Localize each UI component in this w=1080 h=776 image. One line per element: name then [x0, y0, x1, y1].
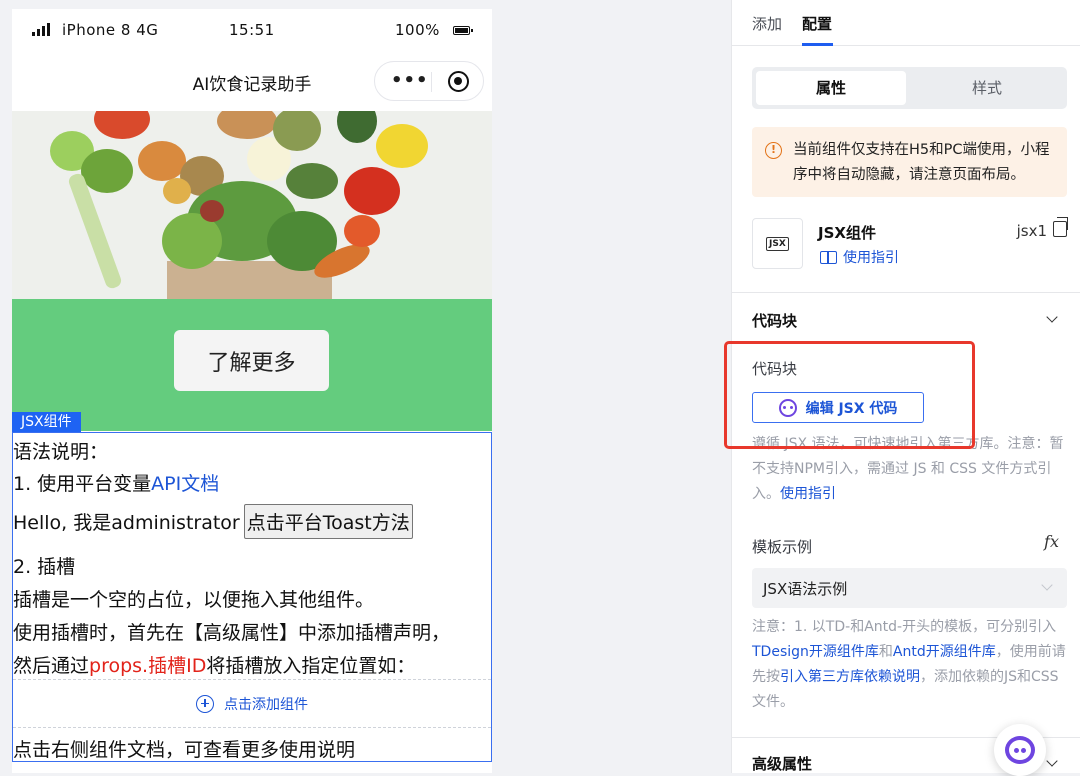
syntax-heading: 语法说明：: [13, 441, 109, 463]
add-component-label: 点击添加组件: [224, 696, 308, 713]
mini-program-navbar: AI饮食记录助手 •••: [12, 53, 492, 111]
battery-icon: [453, 26, 473, 35]
slot-then: 然后通过props.插槽ID将插槽放入指定位置如：: [13, 651, 415, 678]
code-block-description: 遵循 JSX 语法，可快速地引入第三方库。注意：暂不支持NPM引入，需通过 JS…: [752, 432, 1070, 507]
warning-text: 当前组件仅支持在H5和PC端使用，小程序中将自动隐藏，请注意页面布局。: [793, 142, 1050, 183]
usage-guide-label: 使用指引: [843, 250, 899, 266]
cta-section: 了解更多: [12, 299, 492, 431]
slot-code: props.插槽ID: [89, 655, 207, 677]
item-1-text: 1. 使用平台变量: [13, 473, 152, 495]
slot-then-suffix: 将插槽放入指定位置如：: [206, 655, 416, 677]
item-1: 1. 使用平台变量API文档: [13, 469, 219, 496]
antd-link[interactable]: Antd开源组件库: [893, 644, 996, 660]
book-icon: [820, 250, 837, 264]
signal-icon: [32, 23, 50, 36]
hello-text: Hello, 我是administrator: [13, 512, 240, 534]
toast-button[interactable]: 点击平台Toast方法: [243, 504, 413, 539]
capsule-menu[interactable]: •••: [374, 61, 484, 101]
segment-styles[interactable]: 样式: [912, 71, 1062, 105]
section-divider: [732, 292, 1080, 293]
config-panel: 添加 配置 属性 样式 ! 当前组件仅支持在H5和PC端使用，小程序中将自动隐藏…: [731, 0, 1080, 773]
component-name: JSX组件: [818, 224, 876, 242]
jsx-component-icon: JSX: [752, 218, 803, 269]
panel-tabs: 添加 配置: [732, 0, 1080, 46]
chevron-down-icon[interactable]: [1046, 755, 1058, 767]
code-block-label: 代码块: [752, 360, 798, 378]
status-bar: iPhone 8 4G 15:51 100%: [12, 9, 492, 53]
vegetables-illustration: [12, 111, 492, 299]
item-2: 2. 插槽: [13, 556, 76, 578]
more-icon[interactable]: •••: [391, 70, 429, 91]
editor-canvas: iPhone 8 4G 15:51 100% AI饮食记录助手 ••• 了解更多…: [0, 0, 725, 773]
add-component-slot[interactable]: 点击添加组件: [13, 679, 491, 728]
learn-more-button[interactable]: 了解更多: [174, 330, 329, 391]
ai-robot-icon: [778, 398, 797, 417]
copy-icon[interactable]: [1053, 217, 1068, 237]
template-selected-value: JSX语法示例: [763, 580, 848, 598]
template-select[interactable]: JSX语法示例: [752, 568, 1067, 608]
third-party-guide-link[interactable]: 引入第三方库依赖说明: [780, 669, 920, 685]
property-style-switch: 属性 样式: [752, 67, 1067, 109]
component-info: JSX JSX组件 使用指引 jsx1: [752, 217, 1068, 270]
slot-then-prefix: 然后通过: [13, 655, 90, 677]
template-note: 注意：1. 以TD-和Antd-开头的模板，可分别引入 TDesign开源组件库和…: [752, 615, 1070, 715]
jsx-component-tag: JSX组件: [12, 412, 81, 432]
slot-description: 插槽是一个空的占位，以便拖入其他组件。: [13, 589, 375, 611]
code-guide-link[interactable]: 使用指引: [780, 486, 836, 502]
tab-add[interactable]: 添加: [752, 13, 782, 34]
edit-jsx-code-button[interactable]: 编辑 JSX 代码: [752, 392, 924, 423]
platform-warning: ! 当前组件仅支持在H5和PC端使用，小程序中将自动隐藏，请注意页面布局。: [752, 127, 1067, 197]
advanced-section-title[interactable]: 高级属性: [752, 753, 812, 773]
hello-line: Hello, 我是administrator 点击平台Toast方法: [13, 504, 413, 539]
slot-usage: 使用插槽时，首先在【高级属性】中添加插槽声明，: [13, 622, 451, 644]
hero-image: [12, 111, 492, 299]
warning-icon: !: [765, 142, 782, 159]
chevron-down-icon[interactable]: [1046, 311, 1058, 323]
active-tab-indicator: [802, 43, 833, 46]
component-id: jsx1: [1016, 222, 1047, 240]
formula-icon[interactable]: fx: [1044, 532, 1059, 551]
ai-robot-icon: [1005, 736, 1035, 764]
segment-properties[interactable]: 属性: [756, 71, 906, 105]
edit-jsx-code-label: 编辑 JSX 代码: [805, 400, 898, 417]
note-and: 和: [878, 644, 893, 660]
add-circle-icon: [196, 694, 214, 713]
tab-config[interactable]: 配置: [802, 13, 832, 34]
note-prefix: 注意：1. 以TD-和Antd-开头的模板，可分别引入: [752, 619, 1057, 635]
template-label: 模板示例: [752, 538, 813, 556]
battery-percent: 100%: [395, 21, 440, 39]
jsx-icon-label: JSX: [766, 237, 789, 251]
select-chevron-icon: [1041, 579, 1053, 591]
phone-preview: iPhone 8 4G 15:51 100% AI饮食记录助手 ••• 了解更多…: [12, 9, 492, 773]
usage-guide-link[interactable]: 使用指引: [820, 247, 899, 267]
close-miniprogram-icon[interactable]: [448, 71, 469, 92]
clock: 15:51: [229, 21, 275, 39]
api-doc-link[interactable]: API文档: [151, 473, 219, 495]
code-section-title[interactable]: 代码块: [752, 310, 797, 331]
carrier-label: iPhone 8 4G: [62, 21, 159, 39]
footer-note: 点击右侧组件文档，可查看更多使用说明: [13, 739, 356, 761]
ai-assistant-button[interactable]: [994, 724, 1046, 776]
capsule-divider: [431, 72, 432, 92]
tdesign-link[interactable]: TDesign开源组件库: [752, 644, 879, 660]
jsx-component[interactable]: 语法说明： 1. 使用平台变量API文档 Hello, 我是administra…: [12, 432, 492, 762]
